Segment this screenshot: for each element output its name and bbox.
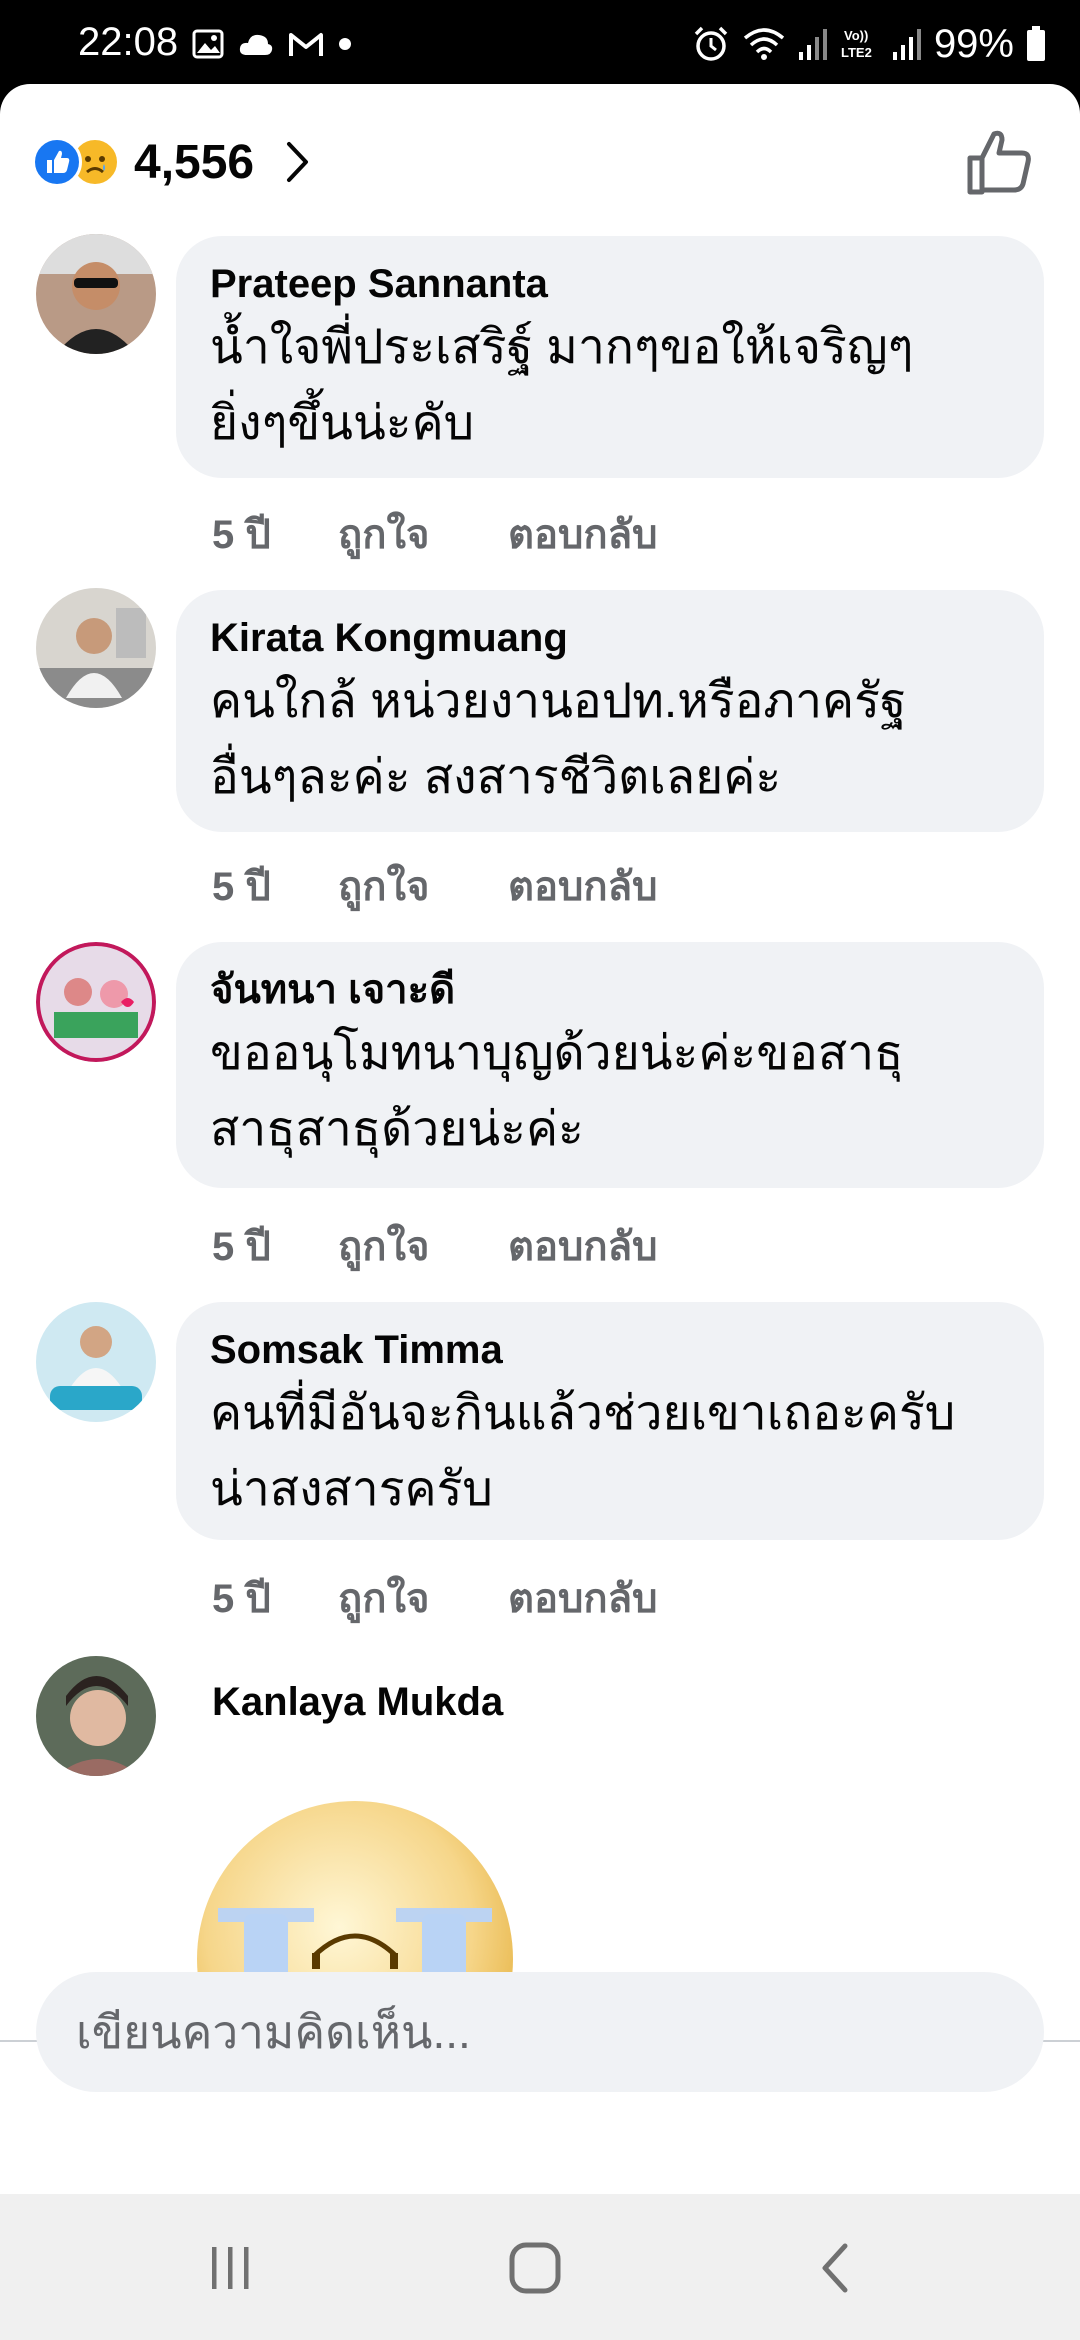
- dot-icon: [339, 38, 351, 50]
- like-reaction-icon: [32, 137, 82, 187]
- wifi-icon: [743, 28, 785, 60]
- comment-author[interactable]: Prateep Sannanta: [210, 258, 1010, 310]
- avatar[interactable]: [36, 234, 156, 354]
- alarm-icon: [694, 26, 728, 61]
- comment-time: 5 ปี: [212, 1225, 271, 1269]
- comment-text: ขออนุโมทนาบุญด้วยน่ะค่ะขอสาธุ: [210, 1027, 904, 1080]
- comment-text: อื่นๆละค่ะ สงสารชีวิตเลยค่ะ: [210, 751, 782, 804]
- chevron-right-icon: [287, 142, 309, 182]
- back-button[interactable]: [790, 2230, 880, 2306]
- comment-bubble[interactable]: Prateep Sannanta น้ำใจพี่ประเสริฐ์ มากๆข…: [176, 236, 1044, 478]
- comment-reply-button[interactable]: ตอบกลับ: [508, 1566, 658, 1630]
- comment-like-button[interactable]: ถูกใจ: [338, 854, 508, 918]
- comment-reply-button[interactable]: ตอบกลับ: [508, 1214, 658, 1278]
- comment-bubble[interactable]: จันทนา เจาะดี ขออนุโมทนาบุญด้วยน่ะค่ะขอส…: [176, 942, 1044, 1188]
- avatar[interactable]: [36, 588, 156, 708]
- comment-text: น้ำใจพี่ประเสริฐ์ มากๆขอให้เจริญๆ: [210, 321, 914, 374]
- svg-text:Vo)): Vo)): [844, 28, 868, 43]
- comment-time: 5 ปี: [212, 1577, 271, 1621]
- comment-text: น่าสงสารครับ: [210, 1463, 493, 1516]
- gmail-icon: [289, 33, 323, 56]
- comment-author[interactable]: จันทนา เจาะดี: [210, 964, 1010, 1016]
- reaction-count: 4,556: [134, 135, 255, 189]
- like-button-icon[interactable]: [964, 126, 1036, 198]
- comment-like-button[interactable]: ถูกใจ: [338, 1214, 508, 1278]
- cloud-icon: [239, 34, 273, 55]
- comment-time: 5 ปี: [212, 513, 271, 557]
- svg-text:LTE2: LTE2: [841, 45, 872, 60]
- reactions-summary[interactable]: 4,556: [32, 126, 310, 198]
- home-button[interactable]: [490, 2230, 580, 2306]
- comment-bubble[interactable]: Kirata Kongmuang คนใกล้ หน่วยงานอปท.หรือ…: [176, 590, 1044, 832]
- signal-icon: [798, 29, 827, 60]
- recents-button[interactable]: [186, 2230, 276, 2306]
- status-time: 22:08: [78, 20, 179, 64]
- gallery-icon: [192, 29, 224, 59]
- comment-like-button[interactable]: ถูกใจ: [338, 1566, 508, 1630]
- volte-lte2-icon: Vo)) LTE2: [841, 28, 872, 60]
- status-bar: 22:08 Vo)) LTE2 99%: [0, 0, 1080, 88]
- comment-text: สาธุสาธุด้วยน่ะค่ะ: [210, 1103, 584, 1156]
- system-nav-bar: [0, 2194, 1080, 2340]
- comment-bubble[interactable]: Somsak Timma คนที่มีอันจะกินแล้วช่วยเขาเ…: [176, 1302, 1044, 1540]
- comment-time: 5 ปี: [212, 865, 271, 909]
- comment-text: คนใกล้ หน่วยงานอปท.หรือภาครัฐ: [210, 675, 907, 728]
- battery-icon: [1027, 26, 1045, 61]
- avatar[interactable]: [36, 942, 156, 1062]
- comment-author[interactable]: Somsak Timma: [210, 1324, 1010, 1376]
- comment-input[interactable]: [76, 1972, 996, 2092]
- comment-like-button[interactable]: ถูกใจ: [338, 502, 508, 566]
- recents-icon: [212, 2247, 249, 2289]
- battery-percent: 99%: [933, 21, 1014, 66]
- avatar[interactable]: [36, 1302, 156, 1422]
- comment-text: คนที่มีอันจะกินแล้วช่วยเขาเถอะครับ: [210, 1387, 956, 1440]
- comment-author[interactable]: Kirata Kongmuang: [210, 612, 1010, 664]
- home-icon: [509, 2242, 561, 2294]
- back-icon: [822, 2243, 848, 2293]
- comment-reply-button[interactable]: ตอบกลับ: [508, 502, 658, 566]
- comment-composer[interactable]: [36, 1972, 1044, 2092]
- avatar[interactable]: [36, 1656, 156, 1776]
- comment-author[interactable]: Kanlaya Mukda: [212, 1676, 503, 1728]
- comment-reply-button[interactable]: ตอบกลับ: [508, 854, 658, 918]
- comments-sheet: 4,556 Prateep Sannanta น้ำใจพี่ประเสริฐ์…: [0, 84, 1080, 2216]
- comment-text: ยิ่งๆขึ้นน่ะคับ: [210, 397, 475, 450]
- signal-icon: [892, 29, 921, 60]
